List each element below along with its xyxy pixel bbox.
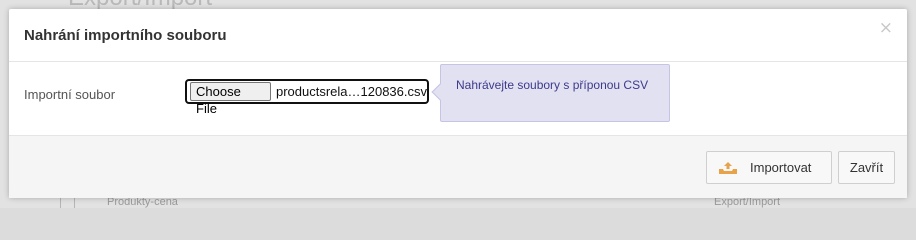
close-icon[interactable]: × [879, 20, 893, 37]
import-button-label: Importovat [750, 160, 812, 175]
close-button-label: Zavřít [849, 160, 884, 175]
import-file-modal: Nahrání importního souboru × Importní so… [9, 9, 907, 198]
file-input[interactable]: Choose File productsrela…120836.csv [185, 79, 429, 116]
close-button[interactable]: Zavřít [838, 151, 895, 184]
choose-file-button[interactable]: Choose File [190, 82, 271, 116]
modal-footer: Importovat Zavřít [9, 135, 907, 198]
tooltip-arrow [431, 83, 449, 101]
modal-body: Importní soubor Choose File productsrela… [9, 63, 907, 135]
file-type-tooltip: Nahrávejte soubory s příponou CSV [431, 64, 670, 122]
import-file-label: Importní soubor [24, 87, 116, 102]
import-button[interactable]: Importovat [706, 151, 832, 184]
modal-header: Nahrání importního souboru × [9, 9, 907, 62]
modal-title: Nahrání importního souboru [24, 27, 227, 44]
tooltip-text: Nahrávejte soubory s příponou CSV [456, 78, 649, 92]
upload-tray-icon [718, 161, 738, 175]
selected-file-name: productsrela…120836.csv [275, 84, 427, 99]
